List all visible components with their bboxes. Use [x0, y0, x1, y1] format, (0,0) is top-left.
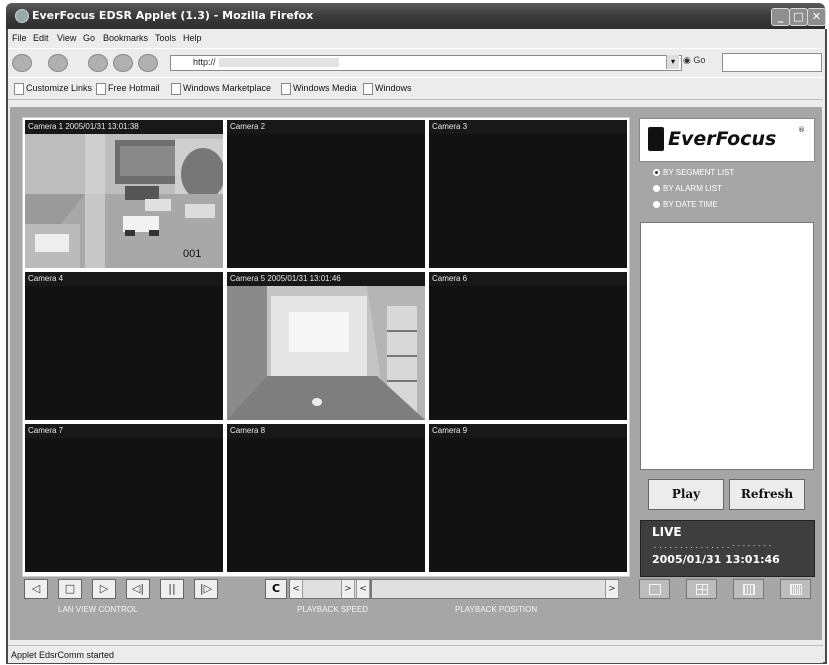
window-title: EverFocus EDSR Applet (1.3) - Mozilla Fi…	[32, 9, 314, 22]
title-bar: EverFocus EDSR Applet (1.3) - Mozilla Fi…	[6, 3, 826, 29]
refresh-button[interactable]: Refresh	[729, 479, 805, 510]
single-view-icon	[649, 584, 661, 595]
step-back-button[interactable]: ◁|	[126, 579, 150, 599]
menu-bookmarks[interactable]: Bookmarks	[103, 33, 148, 43]
prev-button[interactable]: ◁	[24, 579, 48, 599]
camera-tile[interactable]: Camera 3	[428, 119, 628, 269]
camera-tile[interactable]: Camera 1 2005/01/31 13:01:38 001	[24, 119, 224, 269]
camera-label: Camera 9	[429, 424, 627, 438]
pause-button[interactable]: ||	[160, 579, 184, 599]
status-text: Applet EdsrComm started	[11, 650, 115, 660]
go-button[interactable]: ◉ Go	[683, 55, 705, 66]
everfocus-logo: EverFocus ®	[639, 118, 815, 162]
url-redacted	[219, 58, 339, 67]
camera-label: Camera 3	[429, 120, 627, 134]
layout-sixteen-button[interactable]	[780, 579, 811, 599]
camera-tile[interactable]: Camera 2	[226, 119, 426, 269]
stop-button[interactable]: □	[58, 579, 82, 599]
everfocus-mark-icon	[648, 127, 664, 151]
camera-tile[interactable]: Camera 7	[24, 423, 224, 573]
camera-label: Camera 5 2005/01/31 13:01:46	[227, 272, 425, 286]
forward-arrow-icon[interactable]	[48, 54, 68, 72]
layout-quad-button[interactable]	[686, 579, 717, 599]
links-toolbar: Customize Links Free Hotmail Windows Mar…	[8, 77, 823, 100]
camera-tile[interactable]: Camera 5 2005/01/31 13:01:46	[226, 271, 426, 421]
minimize-button[interactable]: _	[771, 8, 790, 26]
playback-position-label: PLAYBACK POSITION	[455, 605, 538, 614]
speed-right-arrow-icon[interactable]: >	[341, 580, 355, 598]
speed-left-arrow-icon[interactable]: <	[290, 580, 303, 598]
layout-single-button[interactable]	[639, 579, 670, 599]
reload-icon[interactable]	[88, 54, 108, 72]
camera-label: Camera 8	[227, 424, 425, 438]
step-forward-button[interactable]: |▷	[194, 579, 218, 599]
menu-view[interactable]: View	[57, 33, 76, 43]
link-free-hotmail[interactable]: Free Hotmail	[96, 83, 160, 95]
position-right-arrow-icon[interactable]: >	[605, 580, 619, 598]
status-bar: Applet EdsrComm started	[8, 645, 823, 663]
camera-1-overlay: 001	[183, 248, 201, 260]
camera-label: Camera 6	[429, 272, 627, 286]
home-icon[interactable]	[138, 54, 158, 72]
segment-list[interactable]	[640, 222, 814, 470]
url-text: http://	[193, 57, 216, 67]
link-windows[interactable]: Windows	[363, 83, 412, 95]
playback-speed-label: PLAYBACK SPEED	[297, 605, 368, 614]
camera-5-feed	[227, 286, 425, 420]
firefox-icon	[15, 9, 29, 23]
play-forward-button[interactable]: ▷	[92, 579, 116, 599]
radio-by-alarm-list[interactable]: BY ALARM LIST	[653, 184, 722, 193]
camera-tile[interactable]: Camera 8	[226, 423, 426, 573]
camera-1-feed: 001	[25, 134, 223, 268]
live-title: LIVE	[652, 525, 682, 539]
camera-grid: Camera 1 2005/01/31 13:01:38 001 Camera …	[22, 117, 630, 577]
radio-by-date-time[interactable]: BY DATE TIME	[653, 200, 718, 209]
url-bar[interactable]: http://	[170, 55, 682, 71]
back-arrow-icon[interactable]	[12, 54, 32, 72]
menu-edit[interactable]: Edit	[33, 33, 49, 43]
position-left-arrow-icon[interactable]: <	[356, 580, 370, 598]
camera-tile[interactable]: Camera 6	[428, 271, 628, 421]
camera-label: Camera 2	[227, 120, 425, 134]
live-timestamp: 2005/01/31 13:01:46	[652, 553, 780, 566]
camera-tile[interactable]: Camera 9	[428, 423, 628, 573]
lan-view-label: LAN VIEW CONTROL	[58, 605, 138, 614]
quad-view-icon	[696, 584, 708, 595]
menu-file[interactable]: File	[12, 33, 27, 43]
menu-help[interactable]: Help	[183, 33, 202, 43]
menu-tools[interactable]: Tools	[155, 33, 176, 43]
brand-name: EverFocus	[668, 128, 777, 150]
layout-nine-button[interactable]	[733, 579, 764, 599]
radio-by-segment-list[interactable]: BY SEGMENT LIST	[653, 168, 734, 177]
url-dropdown-icon[interactable]: ▾	[666, 55, 679, 69]
registered-mark: ®	[798, 126, 805, 134]
menu-bar: File Edit View Go Bookmarks Tools Help	[8, 30, 823, 47]
close-button[interactable]: ✕	[807, 8, 826, 26]
menu-go[interactable]: Go	[83, 33, 95, 43]
playback-speed-slider[interactable]: < > <	[289, 579, 371, 599]
maximize-button[interactable]: □	[789, 8, 808, 26]
live-progress: ...............--------	[653, 542, 773, 550]
camera-label: Camera 4	[25, 272, 223, 286]
search-input[interactable]	[722, 53, 822, 72]
camera-tile[interactable]: Camera 4	[24, 271, 224, 421]
live-status-panel: LIVE ...............-------- 2005/01/31 …	[640, 520, 815, 577]
stop-icon[interactable]	[113, 54, 133, 72]
playback-position-slider[interactable]: >	[371, 579, 619, 599]
play-button[interactable]: Play	[648, 479, 724, 510]
sixteen-view-icon	[790, 584, 802, 595]
go-label: Go	[693, 55, 706, 65]
nine-view-icon	[743, 584, 755, 595]
link-windows-marketplace[interactable]: Windows Marketplace	[171, 83, 271, 95]
speed-reset-button[interactable]: C	[265, 579, 287, 599]
camera-label: Camera 7	[25, 424, 223, 438]
camera-label: Camera 1 2005/01/31 13:01:38	[25, 120, 223, 134]
link-windows-media[interactable]: Windows Media	[281, 83, 357, 95]
link-customize-links[interactable]: Customize Links	[14, 83, 92, 95]
